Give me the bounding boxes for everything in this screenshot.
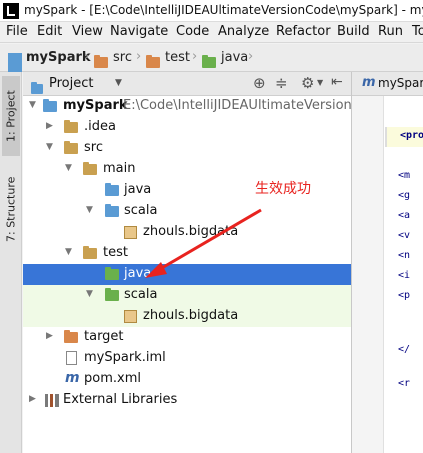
tab-project-label: 1: Project xyxy=(4,90,18,142)
tool-window-strip: 1: Project 7: Structure xyxy=(0,72,22,453)
menu-bar: File Edit View Navigate Code Analyze Ref… xyxy=(0,22,423,43)
code-line: <n xyxy=(398,250,411,261)
code-line: <i xyxy=(398,270,411,281)
scroll-from-source-icon[interactable]: ⊕ xyxy=(253,74,266,92)
menu-analyze[interactable]: Analyze xyxy=(218,24,269,39)
project-view-selector[interactable]: Project xyxy=(49,76,93,91)
menu-build[interactable]: Build xyxy=(337,24,370,39)
folder-icon xyxy=(8,53,22,72)
code-line: <v xyxy=(398,230,411,241)
breadcrumb-java[interactable]: java xyxy=(221,50,248,65)
code-line: </ xyxy=(398,344,411,355)
menu-refactor[interactable]: Refactor xyxy=(276,24,331,39)
gear-icon[interactable]: ⚙ xyxy=(301,74,314,92)
breadcrumb-project[interactable]: mySpark xyxy=(26,50,91,65)
folder-icon xyxy=(146,53,160,72)
window-title: mySpark - [E:\Code\IntelliJIDEAUltimateV… xyxy=(24,3,423,17)
menu-navigate[interactable]: Navigate xyxy=(110,24,168,39)
tab-structure[interactable]: 7: Structure xyxy=(2,164,20,254)
maven-icon: m xyxy=(362,75,376,90)
hide-panel-icon[interactable]: ⇤ xyxy=(331,74,343,90)
code-line: <g xyxy=(398,190,411,201)
chevron-right-icon: › xyxy=(192,49,198,64)
editor-tab-label[interactable]: mySpar xyxy=(378,76,423,90)
chevron-down-icon[interactable]: ▼ xyxy=(317,78,323,87)
folder-icon xyxy=(202,53,216,72)
tab-project[interactable]: 1: Project xyxy=(2,76,20,156)
title-bar: mySpark - [E:\Code\IntelliJIDEAUltimateV… xyxy=(0,0,423,22)
code-line: <p xyxy=(398,290,411,301)
code-line: <r xyxy=(398,378,411,389)
chevron-down-icon[interactable]: ▼ xyxy=(115,78,122,88)
breadcrumb: mySpark › src › test › java › xyxy=(0,44,423,72)
folder-icon xyxy=(94,53,108,72)
chevron-right-icon: › xyxy=(136,49,142,64)
menu-code[interactable]: Code xyxy=(176,24,209,39)
intellij-app-icon xyxy=(3,3,19,19)
editor-gutter xyxy=(352,96,384,453)
code-line: <a xyxy=(398,210,411,221)
editor-tab-bar: m mySpar xyxy=(352,72,423,96)
breadcrumb-test[interactable]: test xyxy=(165,50,190,65)
annotation-arrow xyxy=(145,208,262,278)
code-line: <m xyxy=(398,170,411,181)
menu-view[interactable]: View xyxy=(72,24,103,39)
menu-file[interactable]: File xyxy=(6,24,28,39)
project-tree: ▼ mySpark E:\Code\IntelliJIDEAUltimateVe… xyxy=(23,96,351,453)
menu-edit[interactable]: Edit xyxy=(37,24,62,39)
collapse-all-icon[interactable]: ≑ xyxy=(275,74,288,92)
menu-run[interactable]: Run xyxy=(378,24,403,39)
project-panel-header: Project ▼ ⊕ ≑ ⚙ ▼ ⇤ xyxy=(23,72,351,96)
chevron-right-icon: › xyxy=(84,49,90,64)
tab-structure-label: 7: Structure xyxy=(4,176,18,242)
code-line: <pro xyxy=(400,130,423,141)
menu-tools[interactable]: To xyxy=(412,24,423,39)
chevron-right-icon: › xyxy=(248,49,254,64)
editor-pane: m mySpar <pro <m <g <a <v <n <i <p </ <r xyxy=(351,72,423,453)
breadcrumb-src[interactable]: src xyxy=(113,50,132,65)
